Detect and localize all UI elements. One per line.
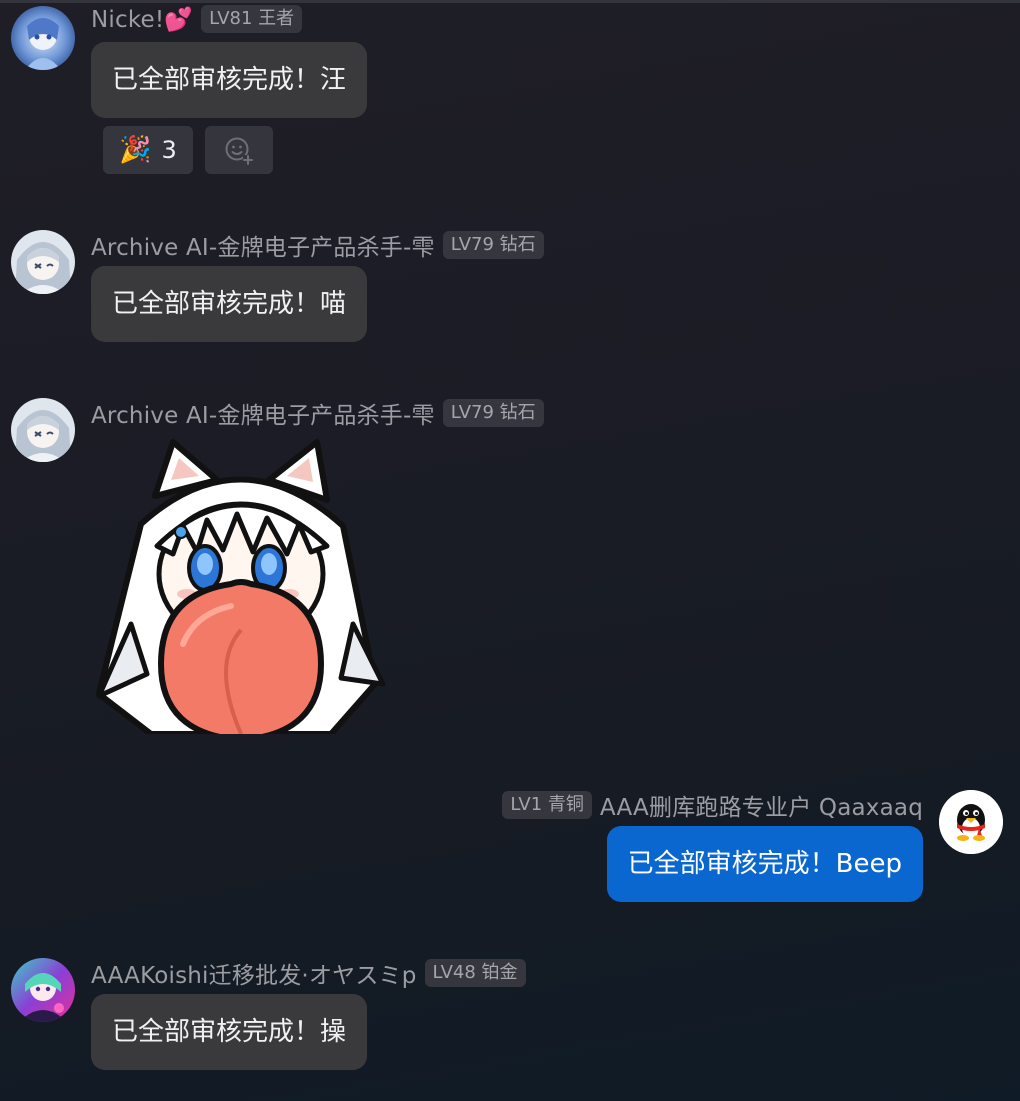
add-reaction-button[interactable] [205, 126, 273, 174]
reaction-chip-party[interactable]: 🎉 3 [103, 126, 193, 174]
avatar[interactable] [11, 230, 75, 294]
sender-name[interactable]: Nicke!💕 [91, 6, 193, 33]
message-bubble[interactable]: 已全部审核完成！汪 [91, 42, 368, 118]
sender-name[interactable]: AAA删库跑路专业户 Qaaxaaq [600, 788, 923, 822]
message-header: Archive AI-金牌电子产品杀手-雫 LV79 钻石 [91, 229, 544, 261]
sender-name[interactable]: Archive AI-金牌电子产品杀手-雫 [91, 396, 435, 430]
party-popper-icon: 🎉 [119, 135, 152, 165]
level-badge: LV1 青铜 [502, 791, 592, 819]
reaction-count: 3 [161, 136, 177, 164]
message-header: AAAKoishi迁移批发·オヤスミp LV48 铂金 [91, 957, 526, 989]
avatar[interactable] [11, 958, 75, 1022]
sender-name[interactable]: Archive AI-金牌电子产品杀手-雫 [91, 228, 435, 262]
emoji-add-icon [225, 137, 253, 165]
sticker-image[interactable] [91, 434, 391, 734]
message-header: LV1 青铜 AAA删库跑路专业户 Qaaxaaq [502, 789, 923, 821]
sender-name[interactable]: AAAKoishi迁移批发·オヤスミp [91, 956, 417, 990]
qq-penguin-avatar[interactable] [939, 790, 1003, 854]
reaction-bar: 🎉 3 [103, 126, 273, 174]
avatar[interactable] [11, 6, 75, 70]
level-badge: LV79 钻石 [442, 399, 544, 427]
message-bubble[interactable]: 已全部审核完成！操 [91, 994, 368, 1070]
message-bubble[interactable]: 已全部审核完成！喵 [91, 266, 368, 342]
message-header: Nicke!💕 LV81 王者 [91, 3, 303, 35]
level-badge: LV81 王者 [201, 5, 303, 33]
level-badge: LV79 钻石 [442, 231, 544, 259]
message-header: Archive AI-金牌电子产品杀手-雫 LV79 钻石 [91, 397, 544, 429]
level-badge: LV48 铂金 [424, 959, 526, 987]
avatar[interactable] [11, 398, 75, 462]
message-bubble[interactable]: 已全部审核完成！Beep [606, 826, 923, 902]
